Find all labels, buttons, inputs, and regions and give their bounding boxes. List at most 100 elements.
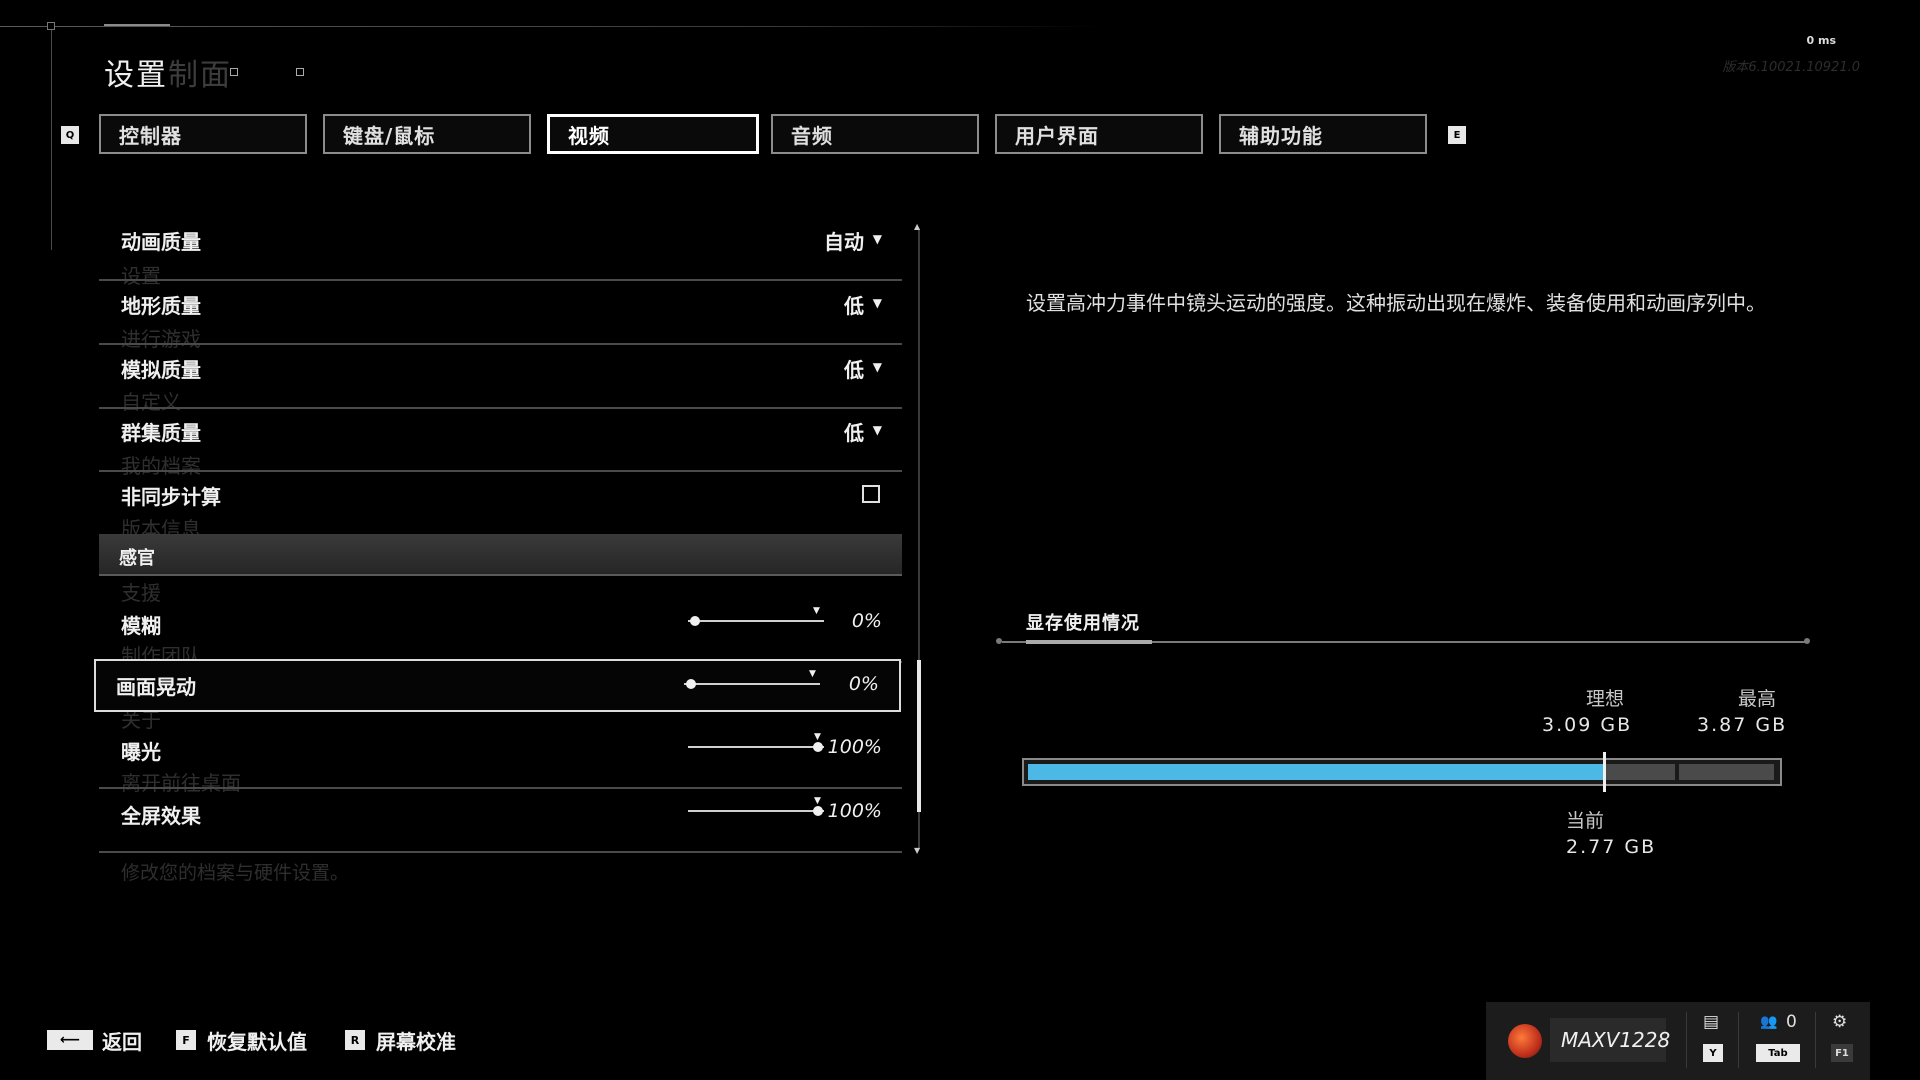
ping-readout: 0 ms — [1806, 34, 1837, 47]
slider-knob[interactable] — [813, 806, 823, 816]
slider-knob[interactable] — [686, 679, 696, 689]
dropdown-caret-icon: ▼ — [872, 423, 882, 437]
screen-shake-value: 0% — [848, 673, 879, 695]
tab-controller[interactable]: 控制器 — [99, 114, 307, 154]
blur-value: 0% — [851, 610, 882, 632]
setting-label: 非同步计算 — [121, 485, 221, 509]
dropdown-caret-icon: ▼ — [872, 232, 882, 246]
setting-blur[interactable]: 模糊 ▼ 0% — [99, 600, 902, 663]
blur-slider[interactable]: ▼ — [688, 606, 824, 626]
vram-current-fill — [1028, 764, 1605, 780]
vram-ideal-label: 理想 — [1586, 688, 1625, 710]
footer-separator — [1738, 1012, 1739, 1068]
setting-label: 全屏效果 — [121, 804, 201, 828]
title-dot-icon — [230, 68, 238, 76]
page-title-ghost: 制面 — [168, 58, 232, 93]
vram-current-value: 2.77 GB — [1566, 836, 1657, 858]
slider-default-marker-icon: ▼ — [813, 606, 820, 616]
setting-label: 画面晃动 — [116, 675, 196, 699]
setting-value: 低 — [844, 294, 864, 318]
fullscreen-effects-slider[interactable]: ▼ — [688, 796, 824, 816]
menu-hint-text: 修改您的档案与硬件设置。 — [121, 862, 350, 884]
vram-max-value: 3.87 GB — [1697, 714, 1788, 736]
setting-label: 地形质量 — [121, 294, 201, 318]
reset-key[interactable]: F — [176, 1030, 196, 1050]
exposure-value: 100% — [827, 736, 882, 758]
slider-knob[interactable] — [690, 616, 700, 626]
section-title: 感官 — [119, 548, 155, 569]
screen-calibration-button[interactable]: 屏幕校准 — [376, 1026, 456, 1055]
gear-icon[interactable]: ⚙ — [1832, 1012, 1847, 1032]
vram-max-label: 最高 — [1738, 688, 1777, 710]
tab-accessibility[interactable]: 辅助功能 — [1219, 114, 1427, 154]
vram-usage-title: 显存使用情况 — [1026, 613, 1140, 634]
setting-value: 低 — [844, 358, 864, 382]
header-accent — [104, 24, 170, 26]
header-divider — [0, 26, 1100, 27]
page-title-text: 设置 — [104, 58, 168, 93]
chat-icon[interactable]: ▤ — [1703, 1012, 1719, 1032]
prev-tab-key[interactable]: Q — [61, 126, 79, 144]
gamertag: MAXV1228 — [1561, 1028, 1671, 1052]
friends-count: 0 — [1786, 1012, 1797, 1032]
tab-keyboard-mouse[interactable]: 键盘/鼠标 — [323, 114, 531, 154]
version-text: 版本6.10021.10921.0 — [1722, 60, 1860, 75]
slider-knob[interactable] — [813, 742, 823, 752]
setting-terrain-quality[interactable]: 地形质量 低 ▼ — [99, 282, 902, 345]
vram-current-label: 当前 — [1566, 810, 1605, 832]
dropdown-caret-icon: ▼ — [872, 360, 882, 374]
setting-label: 模糊 — [121, 614, 161, 638]
vram-ideal-value: 3.09 GB — [1542, 714, 1633, 736]
setting-label: 模拟质量 — [121, 358, 201, 382]
setting-async-compute[interactable]: 非同步计算 — [99, 473, 902, 536]
scrollbar-thumb[interactable] — [917, 660, 921, 812]
slider-default-marker-icon: ▼ — [814, 796, 821, 806]
screen-shake-slider[interactable]: ▼ — [684, 669, 820, 689]
setting-label: 曝光 — [121, 740, 161, 764]
tab-audio[interactable]: 音频 — [771, 114, 979, 154]
footer-separator — [1815, 1012, 1816, 1068]
exposure-slider[interactable]: ▼ — [688, 732, 824, 752]
chat-key[interactable]: Y — [1703, 1044, 1723, 1062]
setting-fullscreen-effects[interactable]: 全屏效果 ▼ 100% — [99, 790, 902, 853]
vram-usage-bar — [1022, 758, 1782, 786]
async-compute-checkbox[interactable] — [862, 485, 880, 503]
setting-value: 自动 — [824, 230, 864, 254]
divider-end-dot — [1804, 638, 1810, 644]
setting-animation-quality[interactable]: 动画质量 自动 ▼ — [99, 218, 902, 281]
slider-default-marker-icon: ▼ — [809, 669, 816, 679]
section-header-senses: 感官 — [99, 534, 902, 576]
setting-crowd-quality[interactable]: 群集质量 低 ▼ — [99, 409, 902, 472]
dropdown-caret-icon: ▼ — [872, 296, 882, 310]
setting-value: 低 — [844, 421, 864, 445]
footer-separator — [1686, 1012, 1687, 1068]
vram-max-segment — [1679, 764, 1774, 780]
title-dot-icon — [296, 68, 304, 76]
setting-screen-shake[interactable]: 画面晃动 ▼ 0% — [94, 659, 901, 712]
back-button[interactable]: 返回 — [102, 1026, 142, 1055]
vram-title-accent — [1026, 640, 1152, 644]
reset-defaults-button[interactable]: 恢复默认值 — [207, 1026, 307, 1055]
friends-key[interactable]: Tab — [1756, 1044, 1800, 1062]
scroll-down-icon[interactable]: ▼ — [914, 846, 920, 855]
vram-current-marker — [1603, 752, 1606, 792]
slider-default-marker-icon: ▼ — [814, 732, 821, 742]
settings-list: 动画质量 自动 ▼ 地形质量 低 ▼ 模拟质量 低 ▼ 群集质量 低 ▼ 非同步… — [94, 218, 902, 858]
setting-label: 群集质量 — [121, 421, 201, 445]
frame-vertical-line — [51, 24, 52, 250]
setting-label: 动画质量 — [121, 230, 201, 254]
page-title: 设置制面 — [104, 50, 232, 94]
tab-video[interactable]: 视频 — [547, 114, 759, 154]
vram-ideal-segment — [1605, 764, 1675, 780]
player-avatar[interactable] — [1508, 1024, 1542, 1058]
tab-user-interface[interactable]: 用户界面 — [995, 114, 1203, 154]
frame-corner-marker — [47, 22, 55, 30]
next-tab-key[interactable]: E — [1448, 126, 1466, 144]
friends-icon[interactable]: 👥 — [1760, 1014, 1777, 1030]
setting-description: 设置高冲力事件中镜头运动的强度。这种振动出现在爆炸、装备使用和动画序列中。 — [1026, 291, 1766, 315]
setting-simulation-quality[interactable]: 模拟质量 低 ▼ — [99, 346, 902, 409]
setting-exposure[interactable]: 曝光 ▼ 100% — [99, 726, 902, 789]
calibrate-key[interactable]: R — [345, 1030, 365, 1050]
settings-key[interactable]: F1 — [1831, 1044, 1853, 1062]
back-key-icon[interactable]: ⟵ — [47, 1030, 93, 1050]
